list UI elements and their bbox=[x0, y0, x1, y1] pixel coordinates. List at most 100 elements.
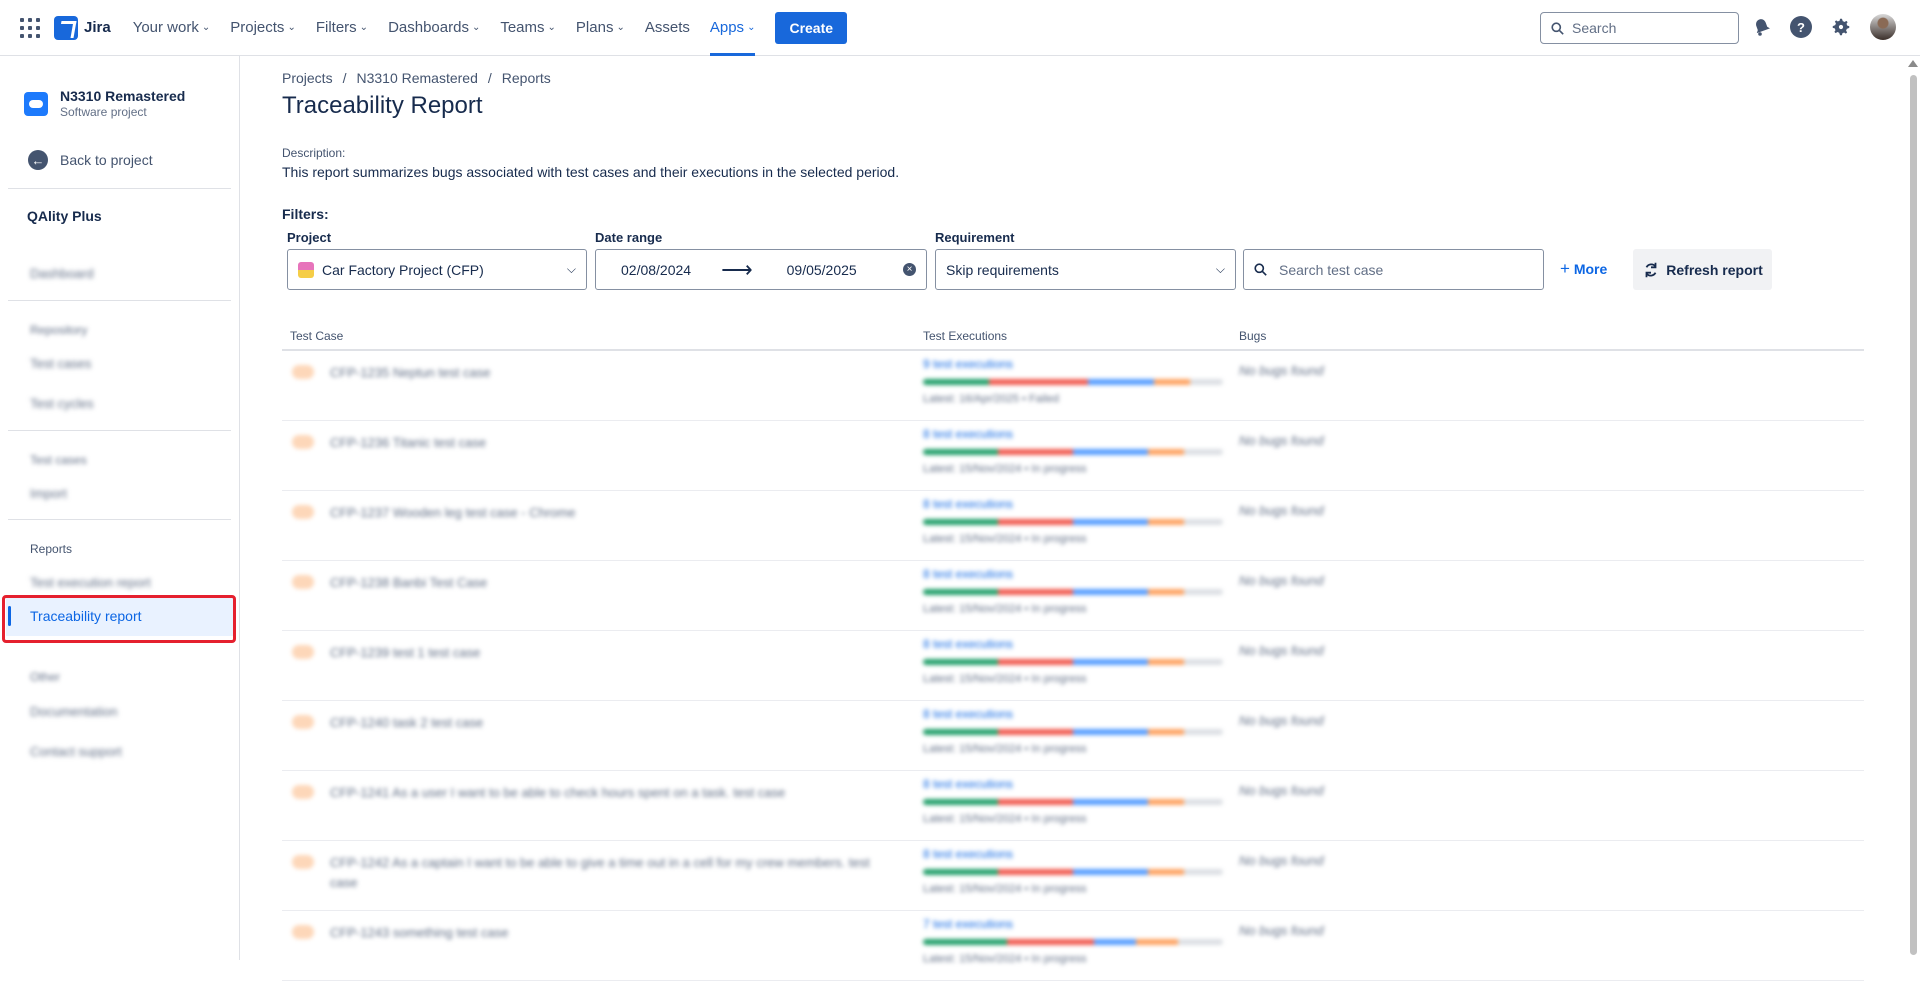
table-row[interactable]: CFP-1242 As a captain I want to be able … bbox=[282, 841, 1864, 911]
table-row[interactable]: CFP-1239 test 1 test case 8 test executio… bbox=[282, 631, 1864, 701]
date-from[interactable]: 02/08/2024 bbox=[621, 262, 691, 278]
nav-item-your-work[interactable]: Your work ⌄ bbox=[133, 0, 211, 56]
chevron-down-icon: ⌄ bbox=[287, 22, 296, 33]
sidebar-item-test-cases[interactable]: Test cases bbox=[30, 356, 91, 371]
column-header-test-case: Test Case bbox=[290, 329, 344, 343]
refresh-icon bbox=[1645, 262, 1657, 277]
project-header[interactable]: N3310 Remastered Software project bbox=[24, 88, 185, 119]
table-row[interactable]: CFP-1237 Wooden leg test case - Chrome 8 … bbox=[282, 491, 1864, 561]
search-icon bbox=[1254, 263, 1267, 276]
test-case-link[interactable]: CFP-1237 Wooden leg test case - Chrome bbox=[330, 503, 890, 523]
sidebar-item-test-execution-report[interactable]: Test execution report bbox=[30, 575, 151, 590]
breadcrumb-item[interactable]: N3310 Remastered bbox=[356, 70, 477, 86]
table-row[interactable]: CFP-1243 something test case 7 test execu… bbox=[282, 911, 1864, 981]
notifications-icon[interactable] bbox=[1752, 17, 1772, 37]
test-executions-link[interactable]: 8 test executions bbox=[923, 777, 1013, 791]
nav-item-projects[interactable]: Projects ⌄ bbox=[230, 0, 296, 56]
chevron-down-icon: ⌵ bbox=[1215, 262, 1225, 276]
status-bar-segment bbox=[923, 939, 1007, 945]
column-header-test-executions: Test Executions bbox=[923, 329, 1008, 343]
app-name: QAlity Plus bbox=[27, 208, 102, 224]
sidebar-item-contact-support[interactable]: Contact support bbox=[30, 744, 122, 759]
bugs-status: No bugs found bbox=[1239, 923, 1324, 938]
sidebar-item-import[interactable]: Import bbox=[30, 486, 67, 501]
column-header-bugs: Bugs bbox=[1239, 329, 1267, 343]
project-select[interactable]: Car Factory Project (CFP) ⌵ bbox=[287, 249, 587, 290]
test-case-icon bbox=[292, 645, 314, 659]
breadcrumb-item[interactable]: Reports bbox=[502, 70, 551, 86]
global-search-input[interactable]: Search bbox=[1540, 12, 1739, 44]
sidebar-item-documentation[interactable]: Documentation bbox=[30, 704, 117, 719]
nav-item-teams[interactable]: Teams ⌄ bbox=[500, 0, 556, 56]
scrollbar-thumb[interactable] bbox=[1910, 75, 1917, 955]
test-executions-link[interactable]: 8 test executions bbox=[923, 427, 1013, 441]
settings-gear-icon[interactable] bbox=[1830, 16, 1852, 38]
chevron-down-icon: ⌄ bbox=[747, 22, 756, 33]
nav-item-assets[interactable]: Assets bbox=[645, 0, 690, 56]
breadcrumb-item[interactable]: Projects bbox=[282, 70, 333, 86]
test-executions-link[interactable]: 7 test executions bbox=[923, 917, 1013, 931]
test-case-link[interactable]: CFP-1235 Neptun test case bbox=[330, 363, 890, 383]
clear-date-icon[interactable]: × bbox=[903, 263, 916, 276]
test-executions-link[interactable]: 8 test executions bbox=[923, 497, 1013, 511]
requirement-select[interactable]: Skip requirements ⌵ bbox=[935, 249, 1236, 290]
test-executions-link[interactable]: 8 test executions bbox=[923, 567, 1013, 581]
test-executions-link[interactable]: 8 test executions bbox=[923, 637, 1013, 651]
table-row[interactable]: CFP-1235 Neptun test case 9 test executio… bbox=[282, 351, 1864, 421]
nav-item-label: Apps bbox=[709, 19, 745, 36]
execution-status-bar bbox=[923, 939, 1223, 945]
test-case-link[interactable]: CFP-1238 Banbi Test Case bbox=[330, 573, 890, 593]
help-icon[interactable]: ? bbox=[1790, 16, 1812, 38]
more-label: More bbox=[1573, 261, 1608, 277]
nav-item-dashboards[interactable]: Dashboards ⌄ bbox=[388, 0, 480, 56]
test-case-link[interactable]: CFP-1239 test 1 test case bbox=[330, 643, 890, 663]
test-case-link[interactable]: CFP-1240 task 2 test case bbox=[330, 713, 890, 733]
nav-item-filters[interactable]: Filters ⌄ bbox=[316, 0, 368, 56]
jira-logo-icon bbox=[54, 15, 78, 40]
chevron-down-icon: ⌄ bbox=[359, 22, 369, 33]
more-filters-button[interactable]: + More bbox=[1560, 259, 1607, 279]
sidebar-divider bbox=[8, 300, 231, 301]
bugs-status: No bugs found bbox=[1239, 853, 1324, 868]
sidebar-item-test-cycles[interactable]: Test cycles bbox=[30, 396, 94, 411]
project-cloud-icon bbox=[24, 91, 48, 116]
latest-execution: Latest: 15/Nov/2024 • In progress bbox=[923, 603, 1087, 615]
back-to-project-link[interactable]: ← Back to project bbox=[28, 150, 153, 170]
breadcrumb: Projects / N3310 Remastered / Reports bbox=[282, 70, 551, 86]
nav-item-apps[interactable]: Apps ⌄ bbox=[709, 0, 756, 56]
test-executions-link[interactable]: 8 test executions bbox=[923, 847, 1013, 861]
nav-item-label: Assets bbox=[644, 19, 690, 36]
date-to[interactable]: 09/05/2025 bbox=[787, 262, 857, 278]
scroll-up-arrow-icon[interactable] bbox=[1908, 60, 1918, 67]
bugs-status: No bugs found bbox=[1239, 503, 1324, 518]
refresh-report-button[interactable]: Refresh report bbox=[1633, 249, 1772, 290]
table-row[interactable]: CFP-1241 As a user I want to be able to … bbox=[282, 771, 1864, 841]
app-switcher-icon[interactable] bbox=[20, 17, 40, 38]
create-button[interactable]: Create bbox=[775, 11, 848, 44]
date-range-picker[interactable]: 02/08/2024 ⟶ 09/05/2025 × bbox=[595, 249, 927, 290]
status-bar-segment bbox=[1073, 449, 1148, 455]
table-row[interactable]: CFP-1236 Titanic test case 8 test executi… bbox=[282, 421, 1864, 491]
table-row[interactable]: CFP-1238 Banbi Test Case 8 test execution… bbox=[282, 561, 1864, 631]
jira-logo[interactable]: Jira bbox=[54, 15, 111, 40]
page-scrollbar[interactable] bbox=[1908, 60, 1918, 960]
search-test-case-input[interactable]: Search test case bbox=[1243, 249, 1544, 290]
status-bar-segment bbox=[1148, 729, 1184, 735]
test-case-link[interactable]: CFP-1236 Titanic test case bbox=[330, 433, 890, 453]
table-row[interactable]: CFP-1240 task 2 test case 8 test executio… bbox=[282, 701, 1864, 771]
bugs-status: No bugs found bbox=[1239, 783, 1324, 798]
test-case-icon bbox=[292, 785, 314, 799]
test-case-link[interactable]: CFP-1243 something test case bbox=[330, 923, 890, 943]
sidebar-divider bbox=[8, 188, 231, 189]
sidebar-item-dashboard[interactable]: Dashboard bbox=[30, 266, 94, 281]
test-executions-link[interactable]: 8 test executions bbox=[923, 707, 1013, 721]
test-case-link[interactable]: CFP-1241 As a user I want to be able to … bbox=[330, 783, 890, 803]
nav-item-plans[interactable]: Plans ⌄ bbox=[576, 0, 625, 56]
latest-execution: Latest: 15/Nov/2024 • In progress bbox=[923, 533, 1087, 545]
test-case-link[interactable]: CFP-1242 As a captain I want to be able … bbox=[330, 853, 890, 893]
test-case-icon bbox=[292, 365, 314, 379]
user-avatar[interactable] bbox=[1870, 14, 1896, 40]
test-executions-link[interactable]: 9 test executions bbox=[923, 357, 1013, 371]
status-bar-segment bbox=[998, 729, 1073, 735]
status-bar-segment bbox=[1148, 799, 1184, 805]
